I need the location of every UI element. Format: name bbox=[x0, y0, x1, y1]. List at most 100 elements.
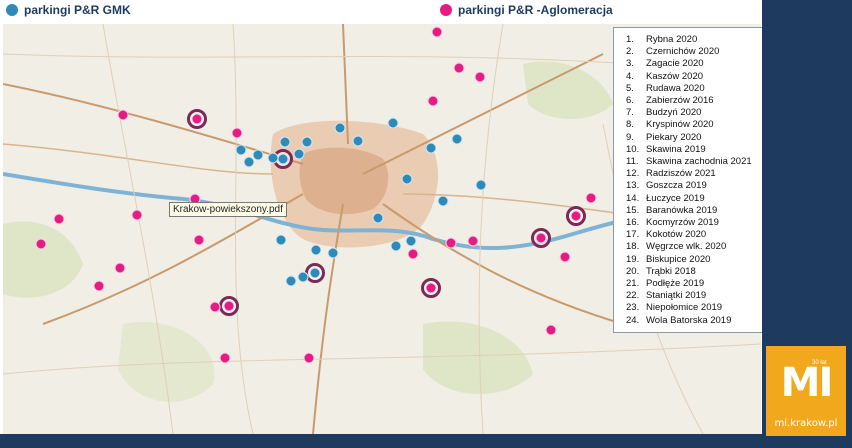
list-item-number: 9. bbox=[626, 131, 634, 143]
aglo-parking-marker[interactable] bbox=[114, 262, 126, 274]
list-item-number: 2. bbox=[626, 46, 634, 58]
list-item-number: 4. bbox=[626, 70, 634, 82]
list-item-number: 23. bbox=[626, 302, 640, 314]
logo-small-text: 30 lat bbox=[812, 360, 827, 366]
aglo-parking-marker[interactable] bbox=[585, 192, 597, 204]
list-item-name: Węgrzce wlk. 2020 bbox=[646, 241, 727, 253]
minor-road bbox=[3, 343, 761, 375]
logo-letters: MI bbox=[780, 360, 834, 406]
list-item-name: Kocmyrzów 2019 bbox=[646, 217, 719, 228]
gmk-parking-marker[interactable] bbox=[275, 234, 287, 246]
list-item-number: 22. bbox=[626, 290, 640, 302]
list-item-number: 21. bbox=[626, 278, 640, 289]
gmk-parking-marker[interactable] bbox=[235, 144, 247, 156]
aglo-parking-marker[interactable] bbox=[35, 238, 47, 250]
gmk-parking-marker[interactable] bbox=[327, 247, 339, 259]
aglo-parking-marker[interactable] bbox=[131, 209, 143, 221]
aglo-parking-marker[interactable] bbox=[219, 352, 231, 364]
blue-dot-icon bbox=[6, 4, 18, 16]
legend-gmk-label: parkingi P&R GMK bbox=[24, 3, 131, 17]
list-item-name: Łuczyce 2019 bbox=[646, 192, 705, 204]
list-item-number: 10. bbox=[626, 143, 640, 155]
list-item-name: Rybna 2020 bbox=[646, 34, 698, 45]
list-item-number: 8. bbox=[626, 119, 634, 131]
aglo-parking-marker[interactable] bbox=[53, 213, 65, 225]
aglo-parking-marker[interactable] bbox=[559, 251, 571, 263]
list-item-name: Kokotów 2020 bbox=[646, 229, 707, 241]
gmk-parking-marker[interactable] bbox=[334, 122, 346, 134]
logo-url[interactable]: mi.krakow.pl bbox=[766, 418, 846, 429]
list-item-name: Rudawa 2020 bbox=[646, 82, 705, 94]
aglo-parking-marker[interactable] bbox=[117, 109, 129, 121]
list-item-number: 24. bbox=[626, 314, 640, 326]
gmk-parking-marker[interactable] bbox=[405, 235, 417, 247]
gmk-parking-marker[interactable] bbox=[437, 195, 449, 207]
list-item-number: 14. bbox=[626, 192, 640, 204]
gmk-parking-marker[interactable] bbox=[297, 271, 309, 283]
aglo-parking-marker[interactable] bbox=[467, 235, 479, 247]
list-item-name: Niepołomice 2019 bbox=[646, 302, 723, 314]
gmk-parking-marker[interactable] bbox=[451, 133, 463, 145]
list-item-name: Kryspinów 2020 bbox=[646, 119, 714, 131]
list-item-number: 1. bbox=[626, 34, 634, 45]
list-item-number: 13. bbox=[626, 180, 640, 192]
aglo-parking-marker[interactable] bbox=[570, 210, 582, 222]
aglo-parking-marker[interactable] bbox=[453, 62, 465, 74]
list-item-number: 15. bbox=[626, 204, 640, 216]
gmk-parking-marker[interactable] bbox=[425, 142, 437, 154]
forest-area bbox=[523, 61, 613, 119]
aglo-parking-marker[interactable] bbox=[209, 301, 221, 313]
aglo-parking-marker[interactable] bbox=[191, 113, 203, 125]
map-frame: parkingi P&R GMK parkingi P&R -Aglomerac… bbox=[0, 0, 852, 448]
aglo-parking-marker[interactable] bbox=[93, 280, 105, 292]
gmk-parking-marker[interactable] bbox=[293, 148, 305, 160]
aglo-parking-marker[interactable] bbox=[445, 237, 457, 249]
gmk-parking-marker[interactable] bbox=[252, 149, 264, 161]
gmk-parking-marker[interactable] bbox=[309, 267, 321, 279]
forest-area bbox=[423, 321, 533, 395]
aglo-parking-marker[interactable] bbox=[545, 324, 557, 336]
aglo-parking-marker[interactable] bbox=[231, 127, 243, 139]
aglo-parking-marker[interactable] bbox=[223, 300, 235, 312]
gmk-parking-marker[interactable] bbox=[352, 135, 364, 147]
list-item-name: Zagacie 2020 bbox=[646, 58, 704, 70]
list-item-number: 20. bbox=[626, 265, 640, 277]
gmk-parking-marker[interactable] bbox=[301, 136, 313, 148]
aglo-parking-marker[interactable] bbox=[474, 71, 486, 83]
gmk-parking-marker[interactable] bbox=[372, 212, 384, 224]
aglo-parking-marker[interactable] bbox=[535, 232, 547, 244]
list-item-name: Czernichów 2020 bbox=[646, 46, 720, 58]
aglo-parking-marker[interactable] bbox=[425, 282, 437, 294]
gmk-parking-marker[interactable] bbox=[401, 173, 413, 185]
list-item-name: Radziszów 2021 bbox=[646, 168, 716, 180]
list-item-number: 19. bbox=[626, 253, 640, 265]
list-item-number: 18. bbox=[626, 241, 640, 253]
list-item-name: Zabierzów 2016 bbox=[646, 95, 714, 106]
legend: parkingi P&R GMK parkingi P&R -Aglomerac… bbox=[0, 0, 852, 22]
list-item-name: Skawina zachodnia 2021 bbox=[646, 156, 752, 167]
pink-dot-icon bbox=[440, 4, 452, 16]
aglo-parking-marker[interactable] bbox=[303, 352, 315, 364]
list-item-number: 7. bbox=[626, 107, 634, 119]
list-item-name: Staniątki 2019 bbox=[646, 290, 707, 302]
legend-item-gmk: parkingi P&R GMK bbox=[6, 3, 131, 17]
gmk-parking-marker[interactable] bbox=[387, 117, 399, 129]
aglo-parking-marker[interactable] bbox=[431, 26, 443, 38]
legend-item-aglomeracja: parkingi P&R -Aglomeracja bbox=[440, 3, 613, 17]
list-item-name: Budzyń 2020 bbox=[646, 107, 702, 119]
gmk-parking-marker[interactable] bbox=[277, 153, 289, 165]
gmk-parking-marker[interactable] bbox=[475, 179, 487, 191]
list-item-name: Wola Batorska 2019 bbox=[646, 314, 732, 326]
aglo-parking-marker[interactable] bbox=[427, 95, 439, 107]
gmk-parking-marker[interactable] bbox=[310, 244, 322, 256]
list-item-number: 11. bbox=[626, 156, 639, 167]
list-item-name: Biskupice 2020 bbox=[646, 253, 711, 265]
gmk-parking-marker[interactable] bbox=[285, 275, 297, 287]
list-item-number: 16. bbox=[626, 217, 640, 228]
aglo-parking-marker[interactable] bbox=[193, 234, 205, 246]
legend-aglo-label: parkingi P&R -Aglomeracja bbox=[458, 3, 613, 17]
list-item-number: 6. bbox=[626, 95, 634, 106]
gmk-parking-marker[interactable] bbox=[390, 240, 402, 252]
gmk-parking-marker[interactable] bbox=[279, 136, 291, 148]
aglo-parking-marker[interactable] bbox=[407, 248, 419, 260]
